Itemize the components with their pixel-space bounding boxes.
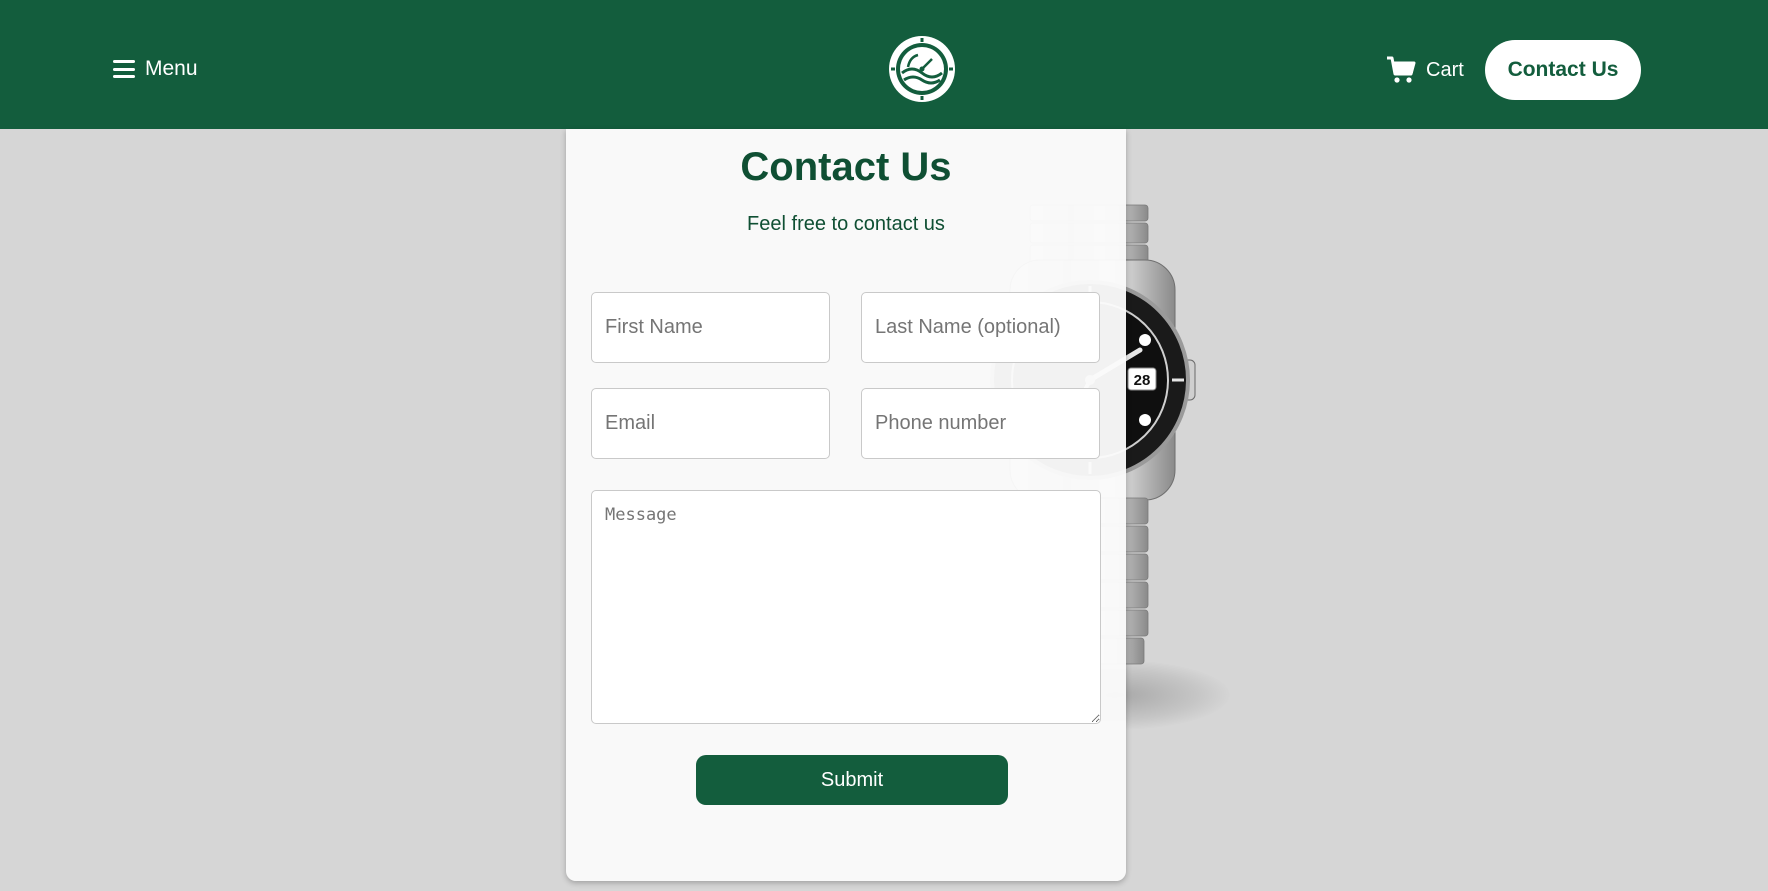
hamburger-icon [113, 59, 135, 79]
contact-form-card: Contact Us Feel free to contact us Submi… [566, 129, 1126, 881]
menu-button[interactable]: Menu [113, 56, 198, 82]
email-input[interactable] [591, 388, 830, 459]
cart-button[interactable]: Cart [1386, 56, 1464, 84]
date-window-text: 28 [1134, 372, 1151, 389]
page-subtitle: Feel free to contact us [747, 213, 945, 235]
menu-label: Menu [145, 57, 198, 80]
logo-icon[interactable] [888, 35, 956, 103]
cart-label: Cart [1426, 58, 1464, 81]
last-name-input[interactable] [861, 292, 1100, 363]
phone-input[interactable] [861, 388, 1100, 459]
contact-us-button[interactable]: Contact Us [1485, 40, 1641, 100]
first-name-input[interactable] [591, 292, 830, 363]
submit-button[interactable]: Submit [696, 755, 1008, 805]
site-header: Menu Cart Contact Us [0, 0, 1768, 129]
message-textarea[interactable] [591, 490, 1101, 724]
page-title: Contact Us [740, 145, 952, 189]
cart-icon [1387, 56, 1416, 83]
